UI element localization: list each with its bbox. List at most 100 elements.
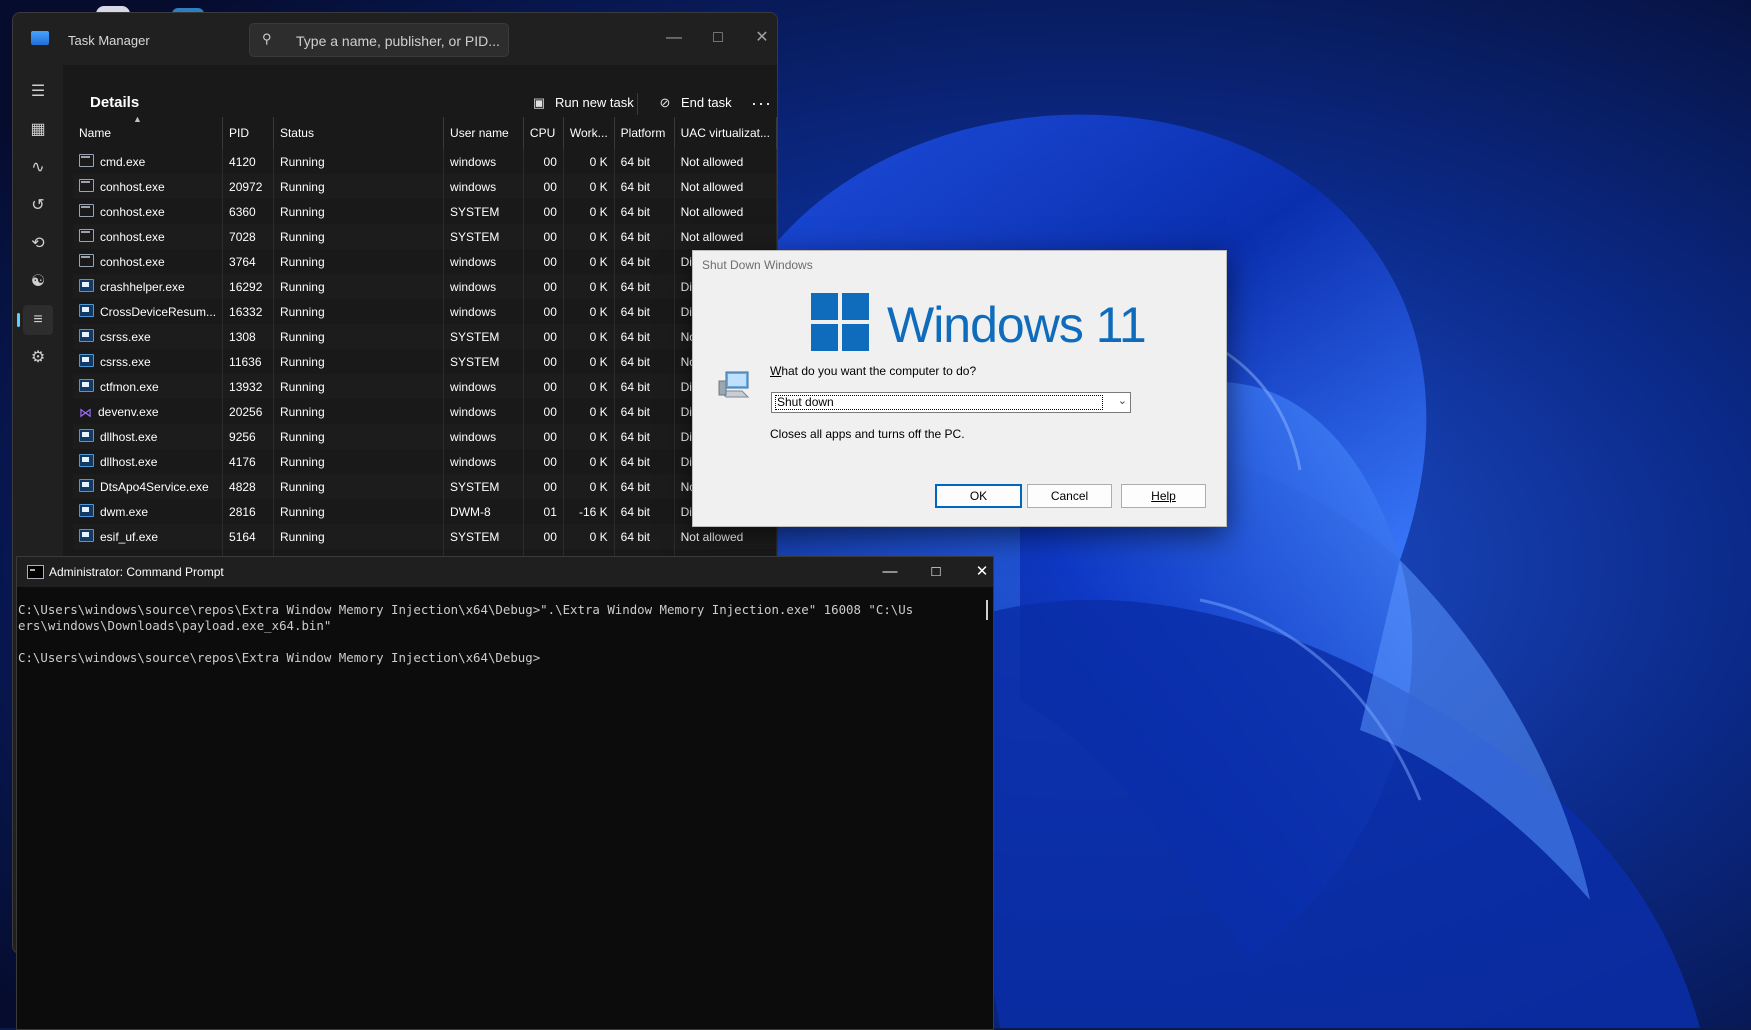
- cpu-cell: 00: [523, 224, 564, 249]
- platform-cell: 64 bit: [614, 474, 675, 499]
- process-icon: ⋈: [79, 404, 92, 420]
- platform-cell: 64 bit: [614, 424, 675, 449]
- working-set-cell: 0 K: [563, 349, 615, 374]
- column-header-working-set[interactable]: Work...: [563, 117, 615, 149]
- maximize-button[interactable]: □: [703, 27, 733, 49]
- more-options-icon[interactable]: ···: [751, 87, 772, 119]
- hamburger-menu-icon[interactable]: ☰: [23, 77, 53, 107]
- cpu-cell: 00: [523, 449, 564, 474]
- column-header-pid[interactable]: PID: [222, 117, 274, 149]
- table-row[interactable]: esif_uf.exe 5164 Running SYSTEM 00 0 K 64 bit N…: [73, 524, 777, 549]
- process-name-cell: DtsApo4Service.exe: [73, 474, 224, 499]
- table-row[interactable]: csrss.exe 1308 Running SYSTEM 00 0 K 64 bit Not…: [73, 324, 777, 349]
- table-row[interactable]: ⋈ devenv.exe 20256 Running windows 00 0 K 64 bi…: [73, 399, 777, 424]
- process-icon: [79, 454, 94, 467]
- table-row[interactable]: conhost.exe 7028 Running SYSTEM 00 0 K 64 bit N…: [73, 224, 777, 249]
- minimize-button[interactable]: —: [875, 561, 905, 583]
- cpu-cell: 00: [523, 399, 564, 424]
- process-icon: [79, 204, 94, 217]
- cpu-cell: 00: [523, 299, 564, 324]
- user-name-cell: SYSTEM: [443, 524, 524, 549]
- column-header-platform[interactable]: Platform: [614, 117, 675, 149]
- table-row[interactable]: conhost.exe 3764 Running windows 00 0 K 64 bit…: [73, 249, 777, 274]
- command-prompt-titlebar[interactable]: Administrator: Command Prompt — □ ✕: [17, 557, 993, 587]
- table-row[interactable]: DtsApo4Service.exe 4828 Running SYSTEM 00 0 K…: [73, 474, 777, 499]
- end-task-button[interactable]: ⊘ End task: [657, 87, 732, 119]
- column-header-name[interactable]: ▲ Name: [73, 117, 224, 149]
- status-cell: Running: [273, 324, 445, 349]
- column-header-user-name[interactable]: User name: [443, 117, 524, 149]
- table-row[interactable]: crashhelper.exe 16292 Running windows 00 0 K6…: [73, 274, 777, 299]
- run-new-task-button[interactable]: ▣ Run new task: [531, 87, 634, 119]
- process-icon: [79, 329, 94, 342]
- column-header-uac-virtualization[interactable]: UAC virtualizat...: [674, 117, 777, 149]
- working-set-cell: 0 K: [563, 449, 615, 474]
- close-button[interactable]: ✕: [967, 561, 993, 583]
- console-output[interactable]: C:\Users\windows\source\repos\Extra Wind…: [18, 602, 913, 666]
- end-task-label: End task: [681, 95, 732, 110]
- search-box[interactable]: ⚲: [249, 23, 509, 57]
- process-icon: [79, 504, 94, 517]
- table-row[interactable]: csrss.exe 11636 Running SYSTEM 00 0 K 64 bit No…: [73, 349, 777, 374]
- platform-cell: 64 bit: [614, 449, 675, 474]
- table-row[interactable]: cmd.exe 4120 Running windows 00 0 K 64 bit Not …: [73, 149, 777, 174]
- user-name-cell: windows: [443, 149, 524, 174]
- sort-ascending-icon: ▲: [133, 117, 142, 124]
- pid-cell: 16332: [222, 299, 274, 324]
- details-icon[interactable]: ≡: [17, 305, 53, 335]
- process-name-cell: ⋈ devenv.exe: [73, 399, 224, 424]
- working-set-cell: 0 K: [563, 274, 615, 299]
- column-header-status[interactable]: Status: [273, 117, 445, 149]
- process-name-cell: dwm.exe: [73, 499, 224, 524]
- task-manager-titlebar[interactable]: Task Manager ⚲ — □ ✕: [13, 13, 777, 65]
- startup-apps-icon[interactable]: ⟲: [23, 229, 53, 259]
- process-icon: [79, 179, 94, 192]
- user-name-cell: windows: [443, 274, 524, 299]
- status-cell: Running: [273, 299, 445, 324]
- users-icon[interactable]: ☯: [23, 267, 53, 297]
- services-icon[interactable]: ⚙: [23, 343, 53, 373]
- app-history-icon[interactable]: ↺: [23, 191, 53, 221]
- ok-button[interactable]: OK: [935, 484, 1022, 508]
- close-button[interactable]: ✕: [747, 27, 777, 49]
- process-name-cell: ctfmon.exe: [73, 374, 224, 399]
- table-row[interactable]: CrossDeviceResum... 16332 Running windows 00…: [73, 299, 777, 324]
- pid-cell: 5164: [222, 524, 274, 549]
- status-cell: Running: [273, 249, 445, 274]
- column-header-cpu[interactable]: CPU: [523, 117, 564, 149]
- table-header: ▲ Name PID Status User name CPU Work... P…: [73, 117, 777, 149]
- performance-icon[interactable]: ∿: [23, 153, 53, 183]
- user-name-cell: windows: [443, 374, 524, 399]
- window-title: Administrator: Command Prompt: [49, 565, 224, 579]
- table-row[interactable]: dllhost.exe 9256 Running windows 00 0 K 64 bit…: [73, 424, 777, 449]
- shut-down-dialog: Shut Down Windows Windows 11 What do you…: [692, 250, 1227, 527]
- cpu-cell: 00: [523, 249, 564, 274]
- maximize-button[interactable]: □: [921, 561, 951, 583]
- vertical-scrollbar[interactable]: [986, 600, 988, 620]
- chevron-down-icon[interactable]: ⌄: [1118, 394, 1127, 407]
- user-name-cell: SYSTEM: [443, 324, 524, 349]
- help-button[interactable]: Help: [1121, 484, 1206, 508]
- uac-cell: Not allowed: [674, 149, 777, 174]
- table-row[interactable]: ctfmon.exe 13932 Running windows 00 0 K 64 bit…: [73, 374, 777, 399]
- status-cell: Running: [273, 449, 445, 474]
- working-set-cell: 0 K: [563, 524, 615, 549]
- help-label: Help: [1151, 489, 1176, 503]
- process-name-cell: esif_uf.exe: [73, 524, 224, 549]
- table-row[interactable]: conhost.exe 20972 Running windows 00 0 K 64 bi…: [73, 174, 777, 199]
- search-input[interactable]: [294, 29, 503, 53]
- table-row[interactable]: conhost.exe 6360 Running SYSTEM 00 0 K 64 bit N…: [73, 199, 777, 224]
- processes-icon[interactable]: ▦: [23, 115, 53, 145]
- process-name-cell: dllhost.exe: [73, 424, 224, 449]
- user-name-cell: windows: [443, 249, 524, 274]
- pid-cell: 2816: [222, 499, 274, 524]
- minimize-button[interactable]: —: [659, 27, 689, 49]
- uac-cell: Not allowed: [674, 524, 777, 549]
- table-row[interactable]: dwm.exe2816RunningDWM-801-16 K64 bitDisa…: [73, 499, 777, 524]
- action-dropdown[interactable]: Shut down ⌄: [771, 392, 1131, 413]
- status-cell: Running: [273, 499, 445, 524]
- table-row[interactable]: dllhost.exe 4176 Running windows 00 0 K 64 bit…: [73, 449, 777, 474]
- user-name-cell: windows: [443, 399, 524, 424]
- cpu-cell: 00: [523, 174, 564, 199]
- cancel-button[interactable]: Cancel: [1027, 484, 1112, 508]
